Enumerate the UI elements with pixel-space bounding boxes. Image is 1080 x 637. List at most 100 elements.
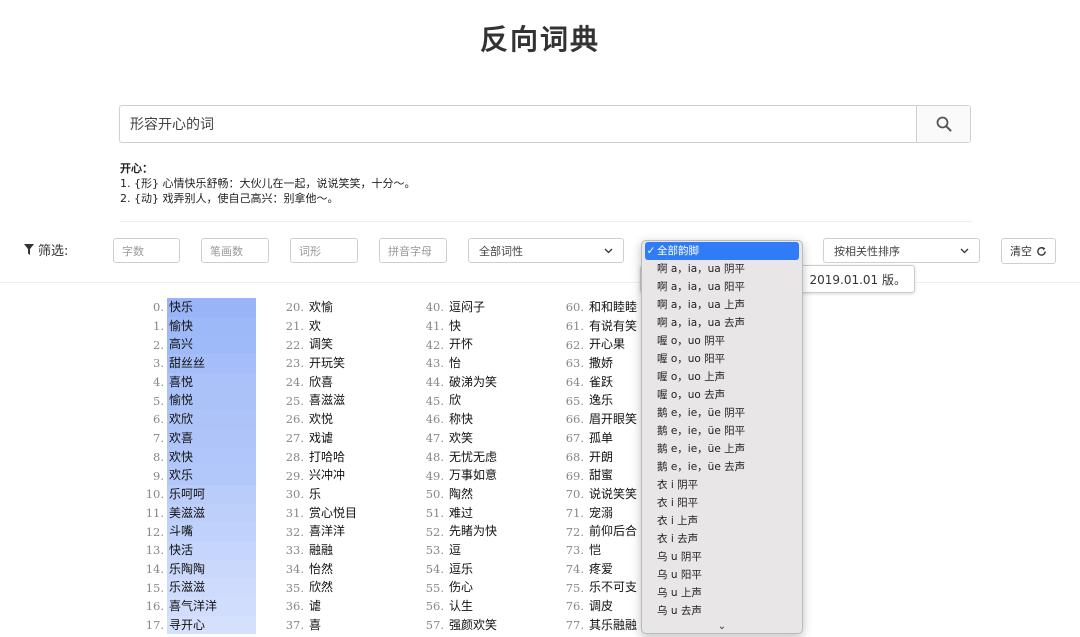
- result-word[interactable]: 欢喜: [167, 428, 256, 448]
- result-word[interactable]: 宠溺: [587, 504, 613, 523]
- result-item[interactable]: 10. 乐呵呵: [140, 484, 256, 504]
- rhyme-option[interactable]: 衣 i 去声: [642, 530, 802, 548]
- rhyme-option-selected[interactable]: ✓ 全部韵脚: [645, 242, 799, 260]
- result-word[interactable]: 欢愉: [307, 298, 333, 317]
- result-item[interactable]: 28. 打哈哈: [280, 448, 357, 467]
- result-word[interactable]: 开怀: [447, 335, 473, 354]
- result-word[interactable]: 高兴: [167, 335, 256, 355]
- rhyme-option[interactable]: 喔 o，uo 上声: [642, 368, 802, 386]
- result-word[interactable]: 斗嘴: [167, 522, 256, 541]
- result-item[interactable]: 41. 快: [420, 317, 497, 336]
- result-item[interactable]: 33. 融融: [280, 541, 357, 560]
- rhyme-dropdown[interactable]: ✓ 全部韵脚 啊 a，ia，ua 阴平啊 a，ia，ua 阳平啊 a，ia，ua …: [641, 240, 803, 634]
- rhyme-option[interactable]: 啊 a，ia，ua 上声: [642, 296, 802, 314]
- result-word[interactable]: 愉悦: [167, 391, 256, 411]
- result-word[interactable]: 疼爱: [587, 560, 613, 579]
- result-word[interactable]: 恺: [587, 541, 601, 560]
- result-item[interactable]: 26. 欢悦: [280, 410, 357, 429]
- result-word[interactable]: 认生: [447, 597, 473, 616]
- result-item[interactable]: 67. 孤单: [560, 429, 637, 448]
- result-word[interactable]: 先睹为快: [447, 522, 497, 541]
- result-word[interactable]: 眉开眼笑: [587, 410, 637, 429]
- result-word[interactable]: 调皮: [587, 597, 613, 616]
- result-word[interactable]: 乐: [307, 485, 321, 504]
- rhyme-option[interactable]: 鹅 e，ie，üe 上声: [642, 440, 802, 458]
- result-item[interactable]: 70. 说说笑笑: [560, 485, 637, 504]
- result-word[interactable]: 乐滋滋: [167, 578, 256, 597]
- result-word[interactable]: 和和睦睦: [587, 298, 637, 317]
- rhyme-option[interactable]: 鹅 e，ie，üe 阳平: [642, 422, 802, 440]
- result-word[interactable]: 欢笑: [447, 429, 473, 448]
- result-word[interactable]: 逸乐: [587, 391, 613, 410]
- result-item[interactable]: 48. 无忧无虑: [420, 448, 497, 467]
- search-input[interactable]: [120, 106, 918, 142]
- result-word[interactable]: 难过: [447, 504, 473, 523]
- result-word[interactable]: 开心果: [587, 335, 625, 354]
- result-word[interactable]: 甜丝丝: [167, 354, 256, 373]
- result-item[interactable]: 22. 调笑: [280, 335, 357, 354]
- result-word[interactable]: 强颜欢笑: [447, 616, 497, 635]
- rhyme-option[interactable]: 乌 u 阳平: [642, 566, 802, 584]
- result-item[interactable]: 69. 甜蜜: [560, 466, 637, 485]
- result-item[interactable]: 12. 斗嘴: [140, 522, 256, 541]
- result-item[interactable]: 57. 强颜欢笑: [420, 616, 497, 635]
- result-item[interactable]: 35. 欣然: [280, 578, 357, 597]
- result-word[interactable]: 开朗: [587, 448, 613, 467]
- result-word[interactable]: 前仰后合: [587, 522, 637, 541]
- result-item[interactable]: 2. 高兴: [140, 335, 256, 355]
- result-word[interactable]: 寻开心: [167, 615, 256, 635]
- result-word[interactable]: 怡然: [307, 560, 333, 579]
- result-item[interactable]: 6. 欢欣: [140, 410, 256, 429]
- result-word[interactable]: 融融: [307, 541, 333, 560]
- result-word[interactable]: 万事如意: [447, 466, 497, 485]
- result-word[interactable]: 说说笑笑: [587, 485, 637, 504]
- result-word[interactable]: 孤单: [587, 429, 613, 448]
- result-word[interactable]: 欢快: [167, 447, 256, 467]
- result-item[interactable]: 5. 愉悦: [140, 391, 256, 411]
- result-item[interactable]: 61. 有说有笑: [560, 317, 637, 336]
- result-item[interactable]: 63. 撒娇: [560, 354, 637, 373]
- result-word[interactable]: 快乐: [167, 298, 256, 317]
- result-item[interactable]: 27. 戏谑: [280, 429, 357, 448]
- result-word[interactable]: 谑: [307, 597, 321, 616]
- result-item[interactable]: 51. 难过: [420, 504, 497, 523]
- result-item[interactable]: 68. 开朗: [560, 448, 637, 467]
- rhyme-option[interactable]: 衣 i 上声: [642, 512, 802, 530]
- result-item[interactable]: 34. 怡然: [280, 560, 357, 579]
- rhyme-option[interactable]: 鹅 e，ie，üe 去声: [642, 458, 802, 476]
- pinyin-letter-input[interactable]: 拼音字母: [379, 238, 447, 263]
- result-word[interactable]: 欣然: [307, 578, 333, 597]
- result-word[interactable]: 伤心: [447, 578, 473, 597]
- pos-select[interactable]: 全部词性: [468, 238, 624, 263]
- result-item[interactable]: 17. 寻开心: [140, 615, 256, 635]
- result-word[interactable]: 逗: [447, 541, 461, 560]
- result-word[interactable]: 逗乐: [447, 560, 473, 579]
- rhyme-option[interactable]: 喔 o，uo 阳平: [642, 350, 802, 368]
- result-item[interactable]: 24. 欣喜: [280, 373, 357, 392]
- result-word[interactable]: 美滋滋: [167, 503, 256, 523]
- result-word[interactable]: 撒娇: [587, 354, 613, 373]
- result-item[interactable]: 9. 欢乐: [140, 466, 256, 485]
- rhyme-option[interactable]: 乌 u 去声: [642, 602, 802, 620]
- result-word[interactable]: 喜悦: [167, 372, 256, 392]
- rhyme-option[interactable]: 衣 i 阳平: [642, 494, 802, 512]
- result-item[interactable]: 13. 快活: [140, 540, 256, 560]
- result-word[interactable]: 欢悦: [307, 410, 333, 429]
- char-count-input[interactable]: 字数: [113, 238, 180, 263]
- result-item[interactable]: 49. 万事如意: [420, 466, 497, 485]
- rhyme-option[interactable]: 乌 u 上声: [642, 584, 802, 602]
- result-item[interactable]: 1. 愉快: [140, 316, 256, 336]
- result-item[interactable]: 40. 逗闷子: [420, 298, 497, 317]
- result-item[interactable]: 11. 美滋滋: [140, 503, 256, 523]
- result-item[interactable]: 3. 甜丝丝: [140, 354, 256, 373]
- rhyme-option[interactable]: 喔 o，uo 阴平: [642, 332, 802, 350]
- result-item[interactable]: 32. 喜洋洋: [280, 522, 357, 541]
- result-word[interactable]: 称快: [447, 410, 473, 429]
- result-word[interactable]: 雀跃: [587, 373, 613, 392]
- result-word[interactable]: 陶然: [447, 485, 473, 504]
- result-item[interactable]: 37. 喜: [280, 616, 357, 635]
- result-word[interactable]: 快活: [167, 540, 256, 560]
- result-item[interactable]: 16. 喜气洋洋: [140, 597, 256, 616]
- result-item[interactable]: 77. 其乐融融: [560, 616, 637, 635]
- result-item[interactable]: 53. 逗: [420, 541, 497, 560]
